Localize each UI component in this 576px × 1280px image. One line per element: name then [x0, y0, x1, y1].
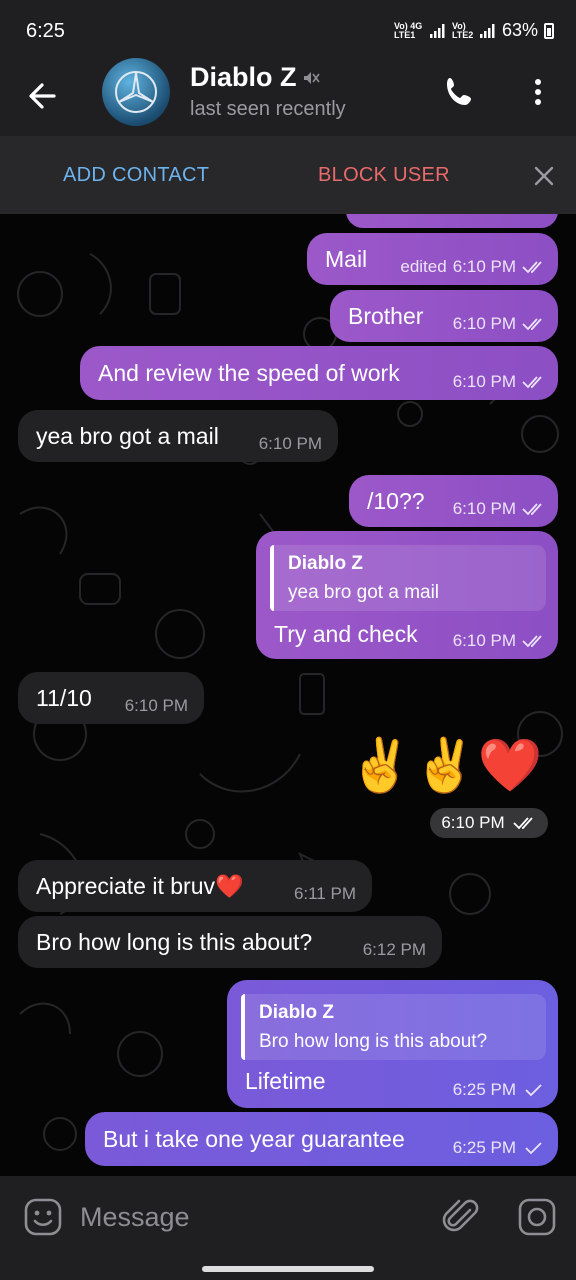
double-check-icon — [522, 261, 542, 274]
mercedes-logo-icon — [115, 71, 157, 113]
reply-author: Diablo Z — [288, 553, 363, 574]
message-input[interactable] — [80, 1200, 410, 1234]
message-text: Try and check — [274, 621, 418, 647]
message-bubble-incoming[interactable]: 11/10 6:10 PM — [18, 672, 204, 724]
message-input-bar — [0, 1176, 576, 1258]
battery-icon — [544, 22, 554, 39]
message-text: Mail — [325, 246, 368, 272]
message-time: 6:10 PM — [258, 434, 322, 453]
reply-author: Diablo Z — [259, 1002, 334, 1023]
message-meta: 6:10 PM — [259, 434, 322, 454]
double-check-icon — [522, 635, 542, 648]
chat-header: Diablo Z last seen recently — [0, 54, 576, 136]
message-text: Appreciate it bruv❤️ — [36, 873, 244, 899]
message-time: 6:12 PM — [362, 940, 426, 959]
message-time: 6:11 PM — [293, 884, 356, 903]
signal-1-icon — [429, 23, 445, 38]
single-check-icon — [525, 1084, 542, 1097]
navigation-bar — [0, 1258, 576, 1280]
reply-text: Bro how long is this about? — [259, 1031, 488, 1052]
avatar[interactable] — [102, 58, 170, 126]
message-meta: 6:25 PM — [453, 1080, 546, 1100]
contact-name[interactable]: Diablo Z — [190, 62, 297, 93]
add-contact-button[interactable]: ADD CONTACT — [63, 164, 209, 187]
message-text: 11/10 — [36, 685, 92, 711]
emoji-message-meta: 6:10 PM — [430, 808, 548, 838]
message-time: 6:10 PM — [452, 499, 516, 518]
message-bubble-outgoing[interactable]: But i take one year guarantee 6:25 PM — [85, 1112, 558, 1166]
double-check-icon — [522, 318, 542, 331]
message-time: 6:10 PM — [452, 314, 516, 333]
message-text: Brother — [348, 303, 424, 329]
message-text: And review the speed of work — [98, 360, 400, 386]
back-arrow-icon[interactable] — [24, 78, 64, 114]
message-time: 6:10 PM — [124, 696, 188, 715]
emoji-message[interactable]: ✌️✌️❤️ — [348, 736, 542, 796]
message-bubble-outgoing-reply[interactable]: Diablo Z yea bro got a mail Try and chec… — [256, 531, 558, 659]
message-meta: 6:10 PM — [453, 314, 546, 334]
chat-area[interactable]: Mail edited 6:10 PM Brother 6:10 PM And … — [0, 214, 576, 1176]
reply-quote[interactable]: Diablo Z yea bro got a mail — [270, 545, 546, 611]
status-icons: Vo) 4G LTE1 Vo) LTE2 63% — [394, 20, 554, 41]
message-bubble-outgoing-reply[interactable]: Diablo Z Bro how long is this about? Lif… — [227, 980, 558, 1108]
close-icon[interactable] — [530, 162, 558, 190]
double-check-icon — [513, 817, 533, 830]
message-time: 6:10 PM — [452, 257, 516, 276]
message-bubble-incoming[interactable]: Appreciate it bruv❤️ 6:11 PM — [18, 860, 372, 912]
message-time: 6:10 PM — [452, 631, 516, 650]
signal-2-icon — [479, 23, 495, 38]
status-bar: 6:25 Vo) 4G LTE1 Vo) LTE2 63% — [0, 0, 576, 54]
last-seen-status: last seen recently — [190, 98, 346, 120]
network-1-label: Vo) 4G LTE1 — [393, 20, 423, 40]
message-bubble-outgoing[interactable]: /10?? 6:10 PM — [349, 475, 558, 527]
message-text: Lifetime — [245, 1068, 326, 1094]
message-meta: 6:10 PM — [453, 499, 546, 519]
network-2-label: Vo) LTE2 — [451, 20, 474, 40]
message-text: /10?? — [367, 488, 425, 514]
message-meta: edited 6:10 PM — [400, 257, 546, 277]
reply-text: yea bro got a mail — [288, 582, 440, 603]
home-indicator[interactable] — [202, 1266, 374, 1272]
battery-percent: 63% — [501, 20, 538, 40]
message-meta: 6:10 PM — [453, 372, 546, 392]
message-text: But i take one year guarantee — [103, 1126, 405, 1152]
message-time: 6:10 PM — [441, 813, 505, 832]
double-check-icon — [522, 503, 542, 516]
message-meta: 6:25 PM — [453, 1138, 546, 1158]
message-meta: 6:11 PM — [294, 884, 356, 904]
message-text: Bro how long is this about? — [36, 929, 313, 955]
message-time: 6:25 PM — [452, 1138, 516, 1157]
more-options-icon[interactable] — [526, 74, 550, 110]
message-meta: 6:12 PM — [363, 940, 426, 960]
message-bubble-outgoing[interactable]: Brother 6:10 PM — [330, 290, 558, 342]
message-bubble-incoming[interactable]: yea bro got a mail 6:10 PM — [18, 410, 338, 462]
paperclip-icon[interactable] — [440, 1196, 482, 1238]
single-check-icon — [525, 1142, 542, 1155]
message-bubble-partial[interactable] — [346, 214, 558, 228]
muted-icon — [304, 72, 320, 84]
phone-call-icon[interactable] — [442, 74, 478, 110]
message-text: yea bro got a mail — [36, 423, 219, 449]
emoji-sticker-icon[interactable] — [22, 1196, 64, 1238]
block-user-button[interactable]: BLOCK USER — [318, 164, 450, 187]
double-check-icon — [522, 376, 542, 389]
message-meta: 6:10 PM — [453, 631, 546, 651]
message-bubble-incoming[interactable]: Bro how long is this about? 6:12 PM — [18, 916, 442, 968]
message-bubble-outgoing[interactable]: And review the speed of work 6:10 PM — [80, 346, 558, 400]
edited-label: edited — [400, 257, 447, 276]
camera-icon[interactable] — [516, 1196, 558, 1238]
status-time: 6:25 — [26, 20, 65, 42]
message-bubble-outgoing[interactable]: Mail edited 6:10 PM — [307, 233, 558, 285]
message-meta: 6:10 PM — [125, 696, 188, 716]
reply-quote[interactable]: Diablo Z Bro how long is this about? — [241, 994, 546, 1060]
message-time: 6:10 PM — [452, 372, 516, 391]
message-time: 6:25 PM — [452, 1080, 516, 1099]
contact-action-bar: ADD CONTACT BLOCK USER — [0, 136, 576, 214]
